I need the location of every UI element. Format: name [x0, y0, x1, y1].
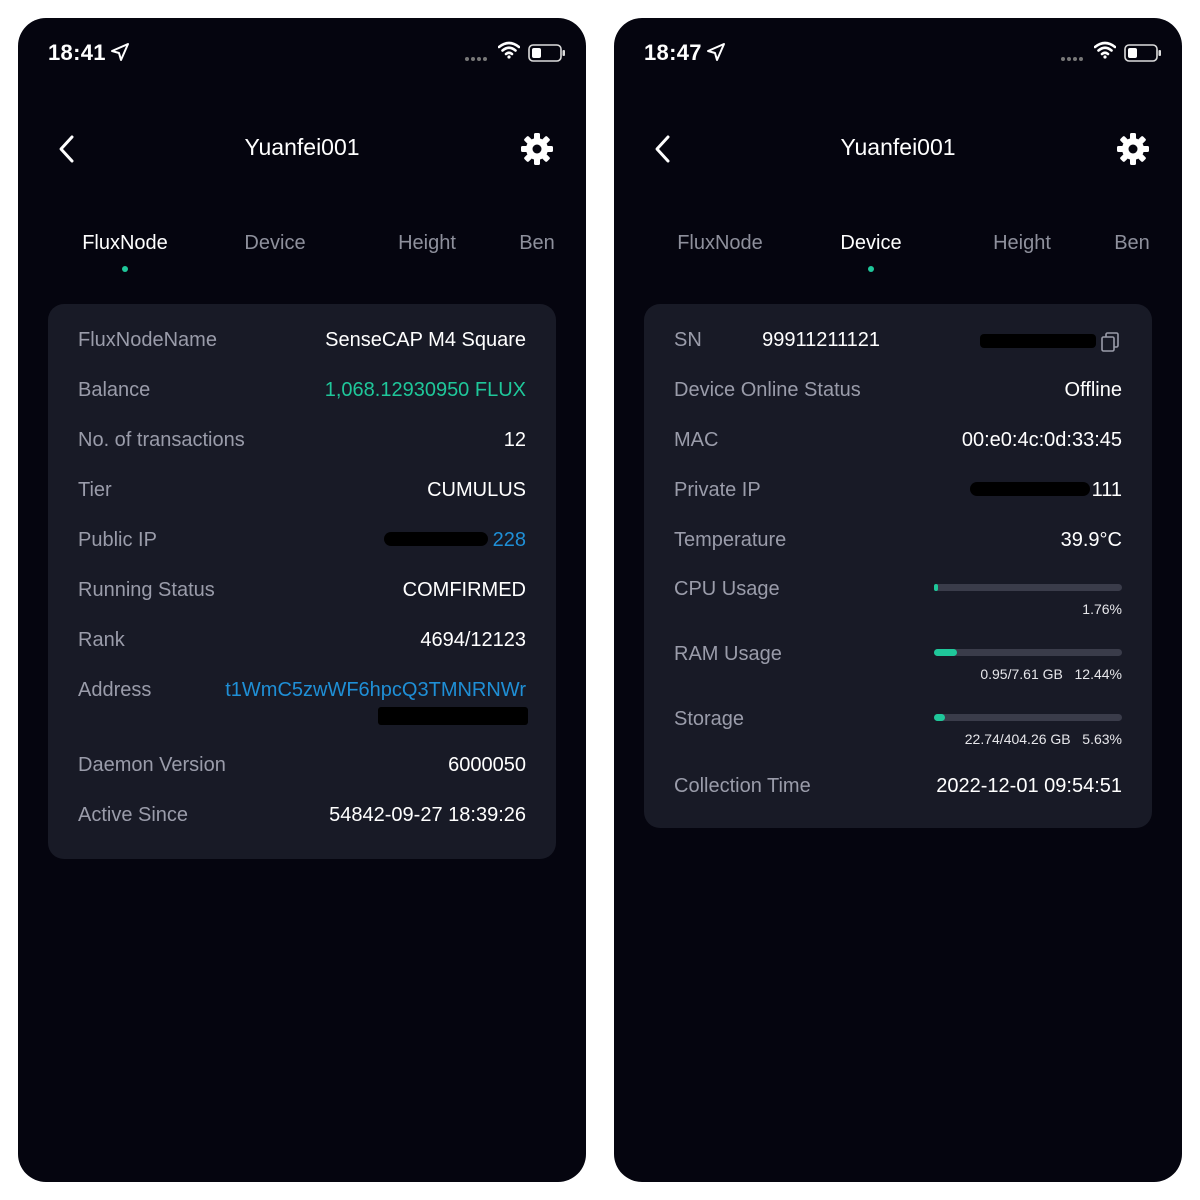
phone-screen-device: 18:47 Yuanfei001 FluxNode Device Height … — [614, 18, 1182, 1182]
tab-ben[interactable]: Ben — [1114, 232, 1150, 255]
daemon-version-value: 6000050 — [448, 754, 526, 776]
tab-height[interactable]: Height — [398, 232, 456, 255]
sn-value: 99911211121 — [762, 329, 880, 351]
tier-value: CUMULUS — [427, 479, 526, 501]
storage-text: 22.74/404.26 GB 5.63% — [964, 731, 1122, 747]
signal-dots-icon — [465, 57, 487, 61]
rank-label: Rank — [78, 629, 125, 651]
tab-bar: FluxNode Device Height Ben — [614, 228, 1182, 288]
wifi-icon — [498, 41, 520, 59]
storage-bar — [934, 714, 1122, 721]
page-title: Yuanfei001 — [840, 134, 956, 160]
active-tab-indicator — [122, 266, 128, 272]
daemon-version-label: Daemon Version — [78, 754, 226, 776]
redaction-mark — [970, 482, 1090, 496]
rank-value: 4694/12123 — [420, 629, 526, 651]
nav-bar: Yuanfei001 — [614, 122, 1182, 178]
public-ip-label: Public IP — [78, 529, 157, 551]
location-arrow-icon — [111, 43, 129, 61]
running-status-value: COMFIRMED — [402, 579, 526, 601]
location-arrow-icon — [707, 43, 725, 61]
tab-bar: FluxNode Device Height Ben — [18, 228, 586, 288]
public-ip-value[interactable]: 228 — [493, 529, 526, 552]
tab-device[interactable]: Device — [840, 232, 901, 255]
redaction-mark — [384, 532, 488, 546]
status-time: 18:41 — [48, 40, 106, 65]
balance-label: Balance — [78, 379, 151, 401]
tab-fluxnode[interactable]: FluxNode — [677, 232, 763, 255]
cpu-usage-bar — [934, 584, 1122, 591]
redaction-mark — [980, 334, 1096, 348]
cpu-usage-bar-fill — [934, 584, 938, 591]
temperature-label: Temperature — [674, 529, 787, 551]
tier-label: Tier — [78, 479, 112, 501]
wifi-icon — [1094, 41, 1116, 59]
address-value[interactable]: t1WmC5zwWF6hpcQ3TMNRNWr — [225, 679, 526, 702]
collection-time-value: 2022-12-01 09:54:51 — [936, 775, 1122, 797]
redaction-mark — [378, 707, 528, 725]
fluxnode-info-card: FluxNodeName SenseCAP M4 Square Balance … — [48, 304, 556, 859]
tab-fluxnode[interactable]: FluxNode — [82, 232, 168, 255]
address-label: Address — [78, 679, 152, 701]
collection-time-label: Collection Time — [674, 775, 811, 797]
temperature-value: 39.9°C — [1060, 529, 1122, 551]
transactions-label: No. of transactions — [78, 429, 245, 451]
ram-usage-bar-fill — [934, 649, 958, 656]
signal-dots-icon — [1061, 57, 1083, 61]
battery-icon — [528, 44, 565, 62]
fluxnode-name-value: SenseCAP M4 Square — [325, 329, 526, 351]
online-status-label: Device Online Status — [674, 379, 861, 401]
storage-bar-fill — [934, 714, 945, 721]
private-ip-value: 111 — [1091, 479, 1122, 501]
ram-usage-bar — [934, 649, 1122, 656]
running-status-label: Running Status — [78, 579, 215, 601]
balance-value: 1,068.12930950 FLUX — [324, 379, 526, 401]
gear-icon[interactable] — [1116, 132, 1150, 166]
cpu-usage-text: 1.76% — [1082, 601, 1122, 617]
battery-icon — [1124, 44, 1161, 62]
phone-screen-fluxnode: 18:41 Yuanfei001 FluxNode Device Height … — [18, 18, 586, 1182]
status-bar: 18:41 — [18, 18, 586, 88]
cpu-usage-label: CPU Usage — [674, 578, 780, 600]
ram-usage-text: 0.95/7.61 GB 12.44% — [980, 666, 1122, 682]
active-since-value: 54842-09-27 18:39:26 — [329, 804, 526, 826]
nav-bar: Yuanfei001 — [18, 122, 586, 178]
active-tab-indicator — [868, 266, 874, 272]
status-time: 18:47 — [644, 40, 702, 65]
tab-device[interactable]: Device — [244, 232, 305, 255]
transactions-value: 12 — [503, 429, 526, 451]
tab-ben[interactable]: Ben — [519, 232, 555, 255]
active-since-label: Active Since — [78, 804, 189, 826]
device-info-card: SN 99911211121 Device Online Status Offl… — [644, 304, 1152, 828]
fluxnode-name-label: FluxNodeName — [78, 329, 217, 351]
page-title: Yuanfei001 — [244, 134, 360, 160]
status-bar: 18:47 — [614, 18, 1182, 88]
copy-icon[interactable] — [1100, 331, 1120, 353]
mac-label: MAC — [674, 429, 719, 451]
sn-label: SN — [674, 329, 702, 351]
storage-label: Storage — [674, 708, 745, 730]
online-status-value: Offline — [1064, 379, 1122, 401]
mac-value: 00:e0:4c:0d:33:45 — [961, 429, 1122, 451]
ram-usage-label: RAM Usage — [674, 643, 782, 665]
gear-icon[interactable] — [520, 132, 554, 166]
tab-height[interactable]: Height — [993, 232, 1051, 255]
private-ip-label: Private IP — [674, 479, 761, 501]
